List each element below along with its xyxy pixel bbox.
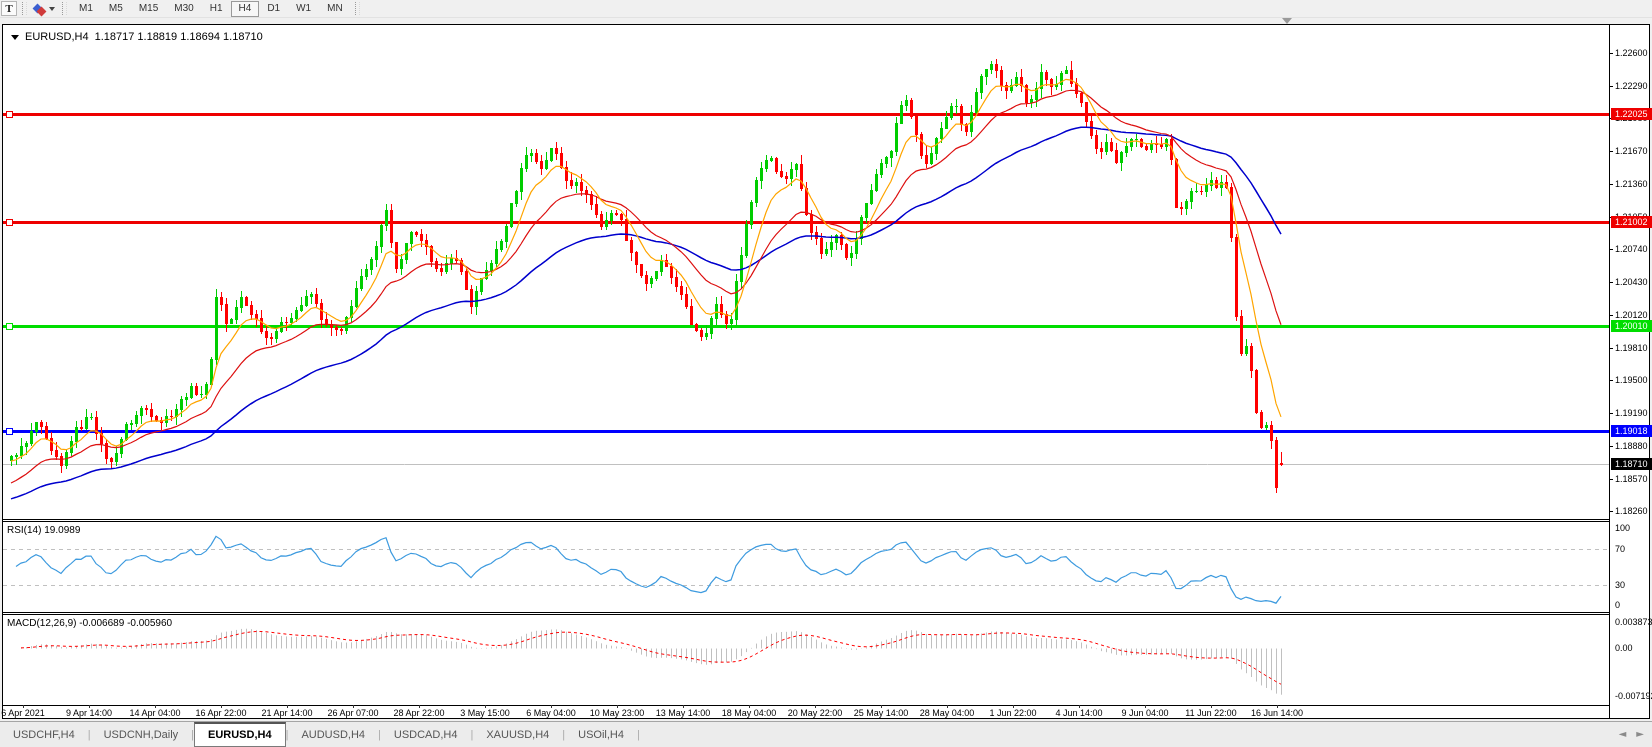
- timeframe-group: M1M5M15M30H1H4D1W1MN: [71, 1, 351, 17]
- price-tick-mark: [1609, 380, 1613, 381]
- chevron-down-icon: [49, 7, 55, 11]
- timeframe-button-d1[interactable]: D1: [259, 1, 288, 17]
- rsi-indicator-canvas[interactable]: [3, 522, 1609, 612]
- price-tick-mark: [1609, 249, 1613, 250]
- pane-separator[interactable]: [3, 519, 1609, 520]
- chart-tab-usoil-h4[interactable]: USOil,H4: [565, 722, 637, 747]
- price-tick-mark: [1609, 413, 1613, 414]
- macd-indicator-canvas[interactable]: [3, 615, 1609, 705]
- price-tick-mark: [1609, 184, 1613, 185]
- chart-tab-usdcad-h4[interactable]: USDCAD,H4: [381, 722, 471, 747]
- hline-price-chip: 1.20010: [1611, 320, 1652, 332]
- chart-tab-eurusd-h4[interactable]: EURUSD,H4: [194, 722, 286, 747]
- chart-symbol-period: EURUSD,H4: [25, 31, 89, 43]
- price-tick-label: 1.18570: [1615, 474, 1648, 484]
- price-tick-label: 1.20120: [1615, 310, 1648, 320]
- price-tick-mark: [1609, 511, 1613, 512]
- hline-price-chip: 1.22025: [1611, 108, 1652, 120]
- timeframe-button-w1[interactable]: W1: [288, 1, 319, 17]
- timeframe-button-m15[interactable]: M15: [131, 1, 166, 17]
- timeframe-button-h4[interactable]: H4: [231, 1, 260, 17]
- pane-separator[interactable]: [3, 612, 1609, 613]
- price-tick-label: 1.20740: [1615, 244, 1648, 254]
- text-tool-button[interactable]: T: [1, 1, 17, 16]
- timeframe-button-m30[interactable]: M30: [166, 1, 201, 17]
- hline-price-chip: 1.19018: [1611, 425, 1652, 437]
- price-tick-label: 1.21360: [1615, 179, 1648, 189]
- price-tick-mark: [1609, 151, 1613, 152]
- timeframe-button-h1[interactable]: H1: [202, 1, 231, 17]
- rsi-label: RSI(14) 19.0989: [7, 525, 80, 536]
- price-tick-mark: [1609, 86, 1613, 87]
- price-tick-label: 1.21670: [1615, 146, 1648, 156]
- price-tick-label: 1.22290: [1615, 81, 1648, 91]
- rsi-scale-label: 100: [1615, 523, 1630, 533]
- styler-icon[interactable]: [34, 1, 55, 16]
- rsi-scale-label: 0: [1615, 600, 1620, 610]
- chart-tab-audusd-h4[interactable]: AUDUSD,H4: [288, 722, 378, 747]
- hline-price-chip: 1.21002: [1611, 216, 1652, 228]
- macd-scale-label: 0.003873: [1615, 617, 1652, 627]
- macd-scale-label: 0.00: [1615, 643, 1633, 653]
- price-tick-mark: [1609, 315, 1613, 316]
- timeframe-button-m1[interactable]: M1: [71, 1, 101, 17]
- time-tick-label: 16 Jun 14:00: [1232, 708, 1322, 718]
- price-tick-label: 1.22600: [1615, 48, 1648, 58]
- tab-separator: |: [637, 722, 640, 747]
- macd-scale-label: -0.007192: [1615, 691, 1652, 701]
- price-tick-label: 1.19190: [1615, 408, 1648, 418]
- toolbar-grip: [355, 2, 360, 15]
- toolbar-grip: [22, 2, 27, 15]
- expand-triangle-icon[interactable]: [11, 35, 19, 40]
- price-axis-line: [1609, 25, 1610, 718]
- tab-scroll-right-icon[interactable]: ►: [1636, 729, 1644, 740]
- price-chart-canvas[interactable]: [3, 25, 1609, 519]
- chart-ohlc-values: 1.18717 1.18819 1.18694 1.18710: [95, 31, 263, 43]
- price-tick-label: 1.20430: [1615, 277, 1648, 287]
- tab-scroll-nav: ◄ ►: [1619, 721, 1644, 747]
- chart-tab-xauusd-h4[interactable]: XAUUSD,H4: [473, 722, 562, 747]
- price-tick-label: 1.18260: [1615, 506, 1648, 516]
- chart-tab-bar: USDCHF,H4|USDCNH,Daily|EURUSD,H4|AUDUSD,…: [0, 721, 1652, 747]
- chart-title: EURUSD,H4 1.18717 1.18819 1.18694 1.1871…: [11, 31, 263, 43]
- price-tick-label: 1.19500: [1615, 375, 1648, 385]
- price-tick-mark: [1609, 348, 1613, 349]
- price-tick-mark: [1609, 479, 1613, 480]
- price-tick-mark: [1609, 53, 1613, 54]
- chart-window: EURUSD,H4 1.18717 1.18819 1.18694 1.1871…: [2, 24, 1650, 719]
- price-tick-mark: [1609, 282, 1613, 283]
- price-tick-mark: [1609, 446, 1613, 447]
- rsi-scale-label: 30: [1615, 580, 1625, 590]
- chart-tab-usdchf-h4[interactable]: USDCHF,H4: [0, 722, 88, 747]
- current-price-chip: 1.18710: [1611, 458, 1652, 470]
- price-tick-label: 1.19810: [1615, 343, 1648, 353]
- timeframe-button-mn[interactable]: MN: [319, 1, 351, 17]
- macd-label: MACD(12,26,9) -0.006689 -0.005960: [7, 618, 172, 629]
- price-tick-label: 1.18880: [1615, 441, 1648, 451]
- top-toolbar: T M1M5M15M30H1H4D1W1MN: [0, 0, 1652, 18]
- chart-tab-usdcnh-daily[interactable]: USDCNH,Daily: [91, 722, 192, 747]
- timeframe-button-m5[interactable]: M5: [101, 1, 131, 17]
- toolbar-grip: [62, 2, 67, 15]
- tab-scroll-left-icon[interactable]: ◄: [1619, 729, 1627, 740]
- rsi-scale-label: 70: [1615, 544, 1625, 554]
